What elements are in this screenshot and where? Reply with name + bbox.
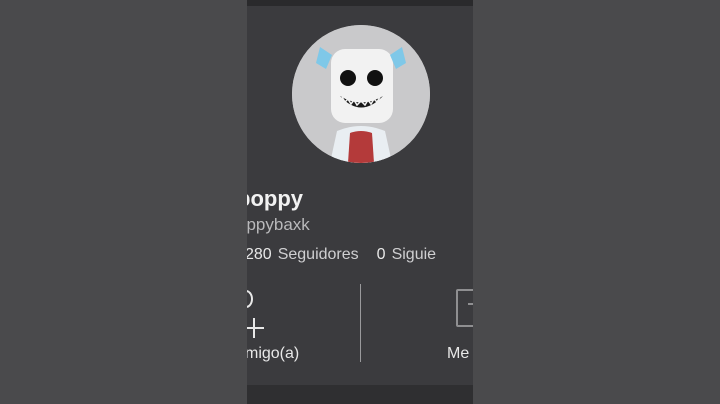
following-count[interactable]: 0 [377, 246, 386, 263]
add-friend-button[interactable]: migo(a) [247, 345, 299, 363]
avatar[interactable] [292, 25, 430, 163]
username: oppybaxk [247, 215, 310, 234]
profile-stats: 280 Seguidores 0 Siguie [247, 246, 454, 264]
friend-status-icon [247, 290, 253, 308]
followers-label[interactable]: Seguidores [278, 246, 359, 263]
right-letterbox [473, 0, 720, 404]
left-letterbox [0, 0, 247, 404]
display-name: poppy [247, 186, 303, 211]
avatar-image [292, 25, 430, 163]
top-bar [247, 0, 473, 6]
message-icon[interactable] [456, 289, 473, 327]
followers-count[interactable]: 280 [247, 246, 272, 263]
plus-icon[interactable] [247, 318, 264, 338]
following-label[interactable]: Siguie [392, 246, 436, 263]
bottom-bar [247, 385, 473, 404]
profile-panel: poppy oppybaxk 280 Seguidores 0 Siguie migo… [247, 0, 473, 404]
action-divider [360, 284, 361, 362]
message-button[interactable]: Me [447, 345, 469, 363]
